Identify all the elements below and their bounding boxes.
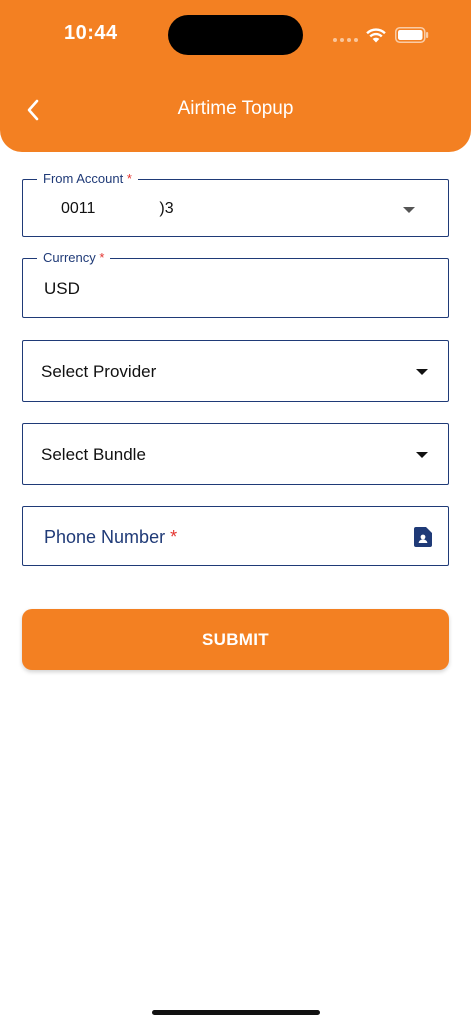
- dropdown-caret-icon: [416, 452, 428, 458]
- account-number-end: )3: [159, 200, 174, 218]
- phone-number-input[interactable]: Phone Number *: [22, 506, 449, 566]
- provider-select[interactable]: Select Provider: [22, 340, 449, 402]
- dynamic-island: [168, 15, 303, 55]
- airtime-topup-screen: 10:44 Airtime Topup From Account * 0011 …: [0, 0, 471, 1024]
- from-account-label: From Account *: [37, 171, 138, 187]
- bundle-placeholder: Select Bundle: [41, 445, 146, 464]
- account-number-start: 0011: [61, 200, 96, 218]
- dropdown-caret-icon: [416, 369, 428, 375]
- wifi-icon: [366, 28, 386, 43]
- required-mark: *: [170, 527, 178, 547]
- page-title: Airtime Topup: [177, 98, 294, 119]
- battery-icon: [395, 27, 429, 43]
- cellular-signal-icon: [333, 38, 358, 42]
- status-time: 10:44: [64, 22, 118, 44]
- app-header: 10:44 Airtime Topup: [0, 0, 471, 152]
- from-account-value: 0011 )3: [61, 200, 174, 218]
- phone-number-placeholder: Phone Number *: [44, 527, 178, 547]
- bundle-select[interactable]: Select Bundle: [22, 423, 449, 485]
- from-account-select[interactable]: From Account * 0011 )3: [22, 171, 449, 237]
- currency-field[interactable]: Currency * USD: [22, 250, 449, 318]
- account-number-mask: [95, 200, 160, 218]
- required-mark: *: [126, 171, 132, 186]
- currency-label: Currency *: [37, 250, 111, 266]
- required-mark: *: [99, 250, 105, 265]
- dropdown-caret-icon: [403, 207, 415, 213]
- currency-value: USD: [44, 279, 80, 298]
- provider-placeholder: Select Provider: [41, 362, 157, 381]
- contact-card-icon[interactable]: [414, 527, 432, 547]
- home-indicator[interactable]: [152, 1010, 320, 1015]
- submit-button[interactable]: SUBMIT: [22, 609, 449, 670]
